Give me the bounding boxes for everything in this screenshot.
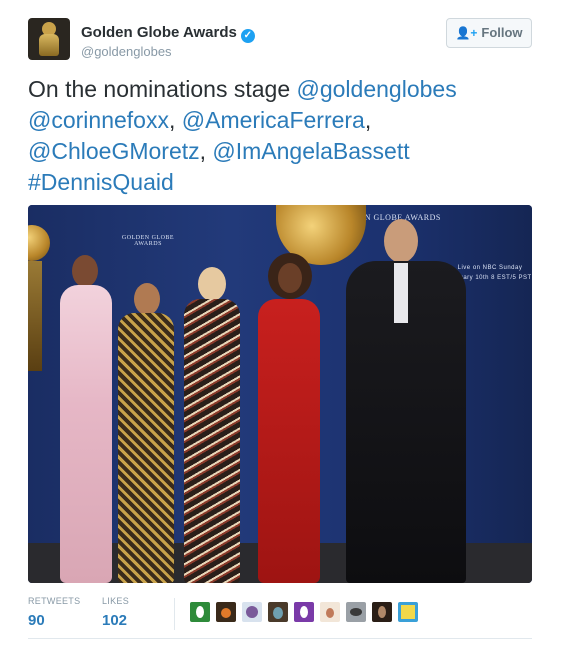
hashtag-dennisquaid[interactable]: #DennisQuaid [28, 169, 174, 195]
add-user-icon: 👤+ [455, 26, 478, 40]
liker-avatar[interactable] [372, 602, 392, 622]
stats-divider [174, 598, 175, 630]
liker-avatar[interactable] [346, 602, 366, 622]
bottom-divider [28, 638, 532, 639]
retweets-stat[interactable]: RETWEETS 90 [28, 596, 80, 629]
liker-avatar[interactable] [268, 602, 288, 622]
liker-avatar[interactable] [398, 602, 418, 622]
person-chloe-moretz [178, 267, 244, 583]
tweet-header: Golden Globe Awards ✓ @goldenglobes 👤+ Fol… [28, 18, 532, 66]
account-avatar[interactable] [28, 18, 70, 60]
retweets-label: RETWEETS [28, 596, 81, 606]
liker-avatar[interactable] [216, 602, 236, 622]
person-corinne-foxx [56, 255, 116, 583]
likes-count[interactable]: 102 [102, 612, 129, 629]
separator: , [199, 138, 213, 164]
tweet-stats: RETWEETS 90 LIKES 102 [28, 596, 532, 632]
separator: , [364, 107, 372, 133]
mention-corinnefoxx[interactable]: @corinnefoxx [28, 107, 169, 133]
account-handle[interactable]: @goldenglobes [81, 44, 172, 59]
mention-imangelabassett[interactable]: @ImAngelaBassett [212, 138, 409, 164]
mention-chloegmoretz[interactable]: @ChloeGMoretz [28, 138, 200, 164]
statue-base-icon [39, 34, 59, 56]
person-angela-bassett [246, 253, 332, 583]
liker-avatar[interactable] [190, 602, 210, 622]
mention-goldenglobes[interactable]: @goldenglobes [297, 76, 457, 102]
mention-americaferrera[interactable]: @AmericaFerrera [182, 107, 365, 133]
liker-avatar[interactable] [242, 602, 262, 622]
account-name-text[interactable]: Golden Globe Awards [81, 24, 237, 41]
follow-button-label: Follow [481, 25, 523, 40]
account-name[interactable]: Golden Globe Awards ✓ [81, 24, 255, 43]
separator: , [168, 107, 182, 133]
likes-label: LIKES [102, 596, 130, 606]
tweet-text-plain: On the nominations stage [28, 76, 297, 102]
person-america-ferrera [114, 283, 178, 583]
follow-button[interactable]: 👤+ Follow [446, 18, 532, 48]
liker-avatar[interactable] [320, 602, 340, 622]
backdrop-logo-text: GOLDEN GLOBE AWARDS [121, 235, 175, 247]
statue-stand [28, 261, 42, 371]
tweet-text: On the nominations stage @goldenglobes @… [28, 74, 532, 198]
likes-stat[interactable]: LIKES 102 [102, 596, 129, 629]
tweet-photo[interactable]: GOLDEN GLOBE AWARDS GOLDEN GLOBE AWARDS … [28, 205, 532, 583]
liker-avatar[interactable] [294, 602, 314, 622]
verified-badge-icon: ✓ [240, 29, 255, 43]
retweets-count[interactable]: 90 [28, 612, 80, 629]
person-dennis-quaid [346, 219, 466, 583]
